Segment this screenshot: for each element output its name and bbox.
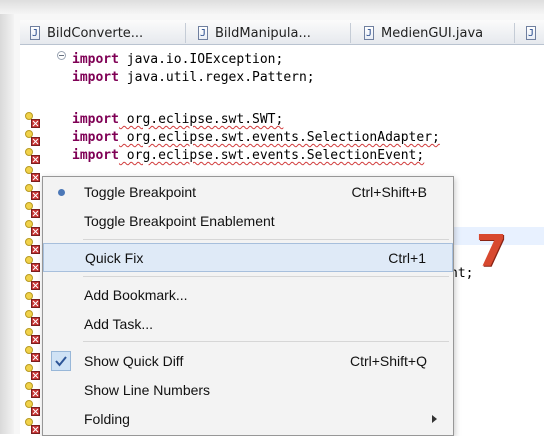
breakpoint-dot-icon [51,182,71,202]
editor-tab-mediengui[interactable]: J MedienGUI.java [364,23,483,43]
menu-separator [83,239,449,240]
menu-item-label: Add Bookmark... [84,287,188,303]
code-line: import org.eclipse.swt.events.SelectionA… [72,130,440,145]
java-file-icon: J [526,26,536,40]
menu-separator [83,341,449,342]
quickfix-error-icon[interactable] [25,382,41,398]
quickfix-error-icon[interactable] [25,400,41,416]
menu-item-label: Show Quick Diff [84,353,184,369]
quickfix-error-icon[interactable] [25,310,41,326]
menu-item-add-bookmark[interactable]: Add Bookmark... [43,281,453,310]
tab-separator [514,23,515,43]
menu-item-shortcut: Ctrl+Shift+B [351,184,427,200]
menu-item-label: Toggle Breakpoint [84,184,197,200]
menu-item-label: Toggle Breakpoint Enablement [84,213,275,229]
quickfix-error-icon[interactable] [25,364,41,380]
quickfix-error-icon[interactable] [25,112,41,128]
quickfix-error-icon[interactable] [25,130,41,146]
menu-item-show-quick-diff[interactable]: Show Quick Diff Ctrl+Shift+Q [43,347,453,376]
menu-item-add-task[interactable]: Add Task... [43,310,453,339]
menu-item-shortcut: Ctrl+1 [388,250,426,266]
menu-item-show-line-numbers[interactable]: Show Line Numbers [43,376,453,405]
checkmark-icon [51,351,71,371]
tab-label: BildManipula... [215,25,311,41]
editor-tab-bar: J BildConverte... J BildManipula... J Me… [20,20,544,45]
tab-separator [350,23,351,43]
code-line: import java.util.regex.Pattern; [72,70,315,85]
submenu-arrow-icon [432,415,437,423]
quickfix-error-icon[interactable] [25,220,41,236]
menu-item-label: Quick Fix [85,250,144,266]
quickfix-error-icon[interactable] [25,256,41,272]
quickfix-error-icon[interactable] [25,202,41,218]
quickfix-error-icon[interactable] [25,166,41,182]
java-file-icon: J [364,26,374,40]
java-file-icon: J [198,26,208,40]
quickfix-error-icon[interactable] [25,292,41,308]
editor-tab-bildmanipulator[interactable]: J BildManipula... [198,23,311,43]
window-shadow-top [0,0,544,14]
code-line: import org.eclipse.swt.SWT; [72,112,284,127]
menu-item-toggle-breakpoint-enablement[interactable]: Toggle Breakpoint Enablement [43,207,453,236]
editor-tab-bildconverter[interactable]: J BildConverte... [30,23,143,43]
quickfix-error-icon[interactable] [25,346,41,362]
tutorial-step-number: 7 [476,226,507,277]
menu-item-quick-fix[interactable]: Quick Fix Ctrl+1 [43,243,453,272]
quickfix-error-icon[interactable] [25,328,41,344]
fold-expanded-icon[interactable] [57,51,66,60]
menu-item-label: Folding [84,411,130,427]
menu-item-shortcut: Ctrl+Shift+Q [349,353,427,369]
menu-item-label: Add Task... [84,316,154,332]
tab-separator [185,23,186,43]
editor-context-menu: Toggle Breakpoint Ctrl+Shift+B Toggle Br… [42,176,454,436]
editor-tab-partial[interactable]: J [526,23,543,43]
code-line: import java.io.IOException; [72,52,284,67]
menu-separator [83,276,449,277]
tab-label: BildConverte... [47,25,144,41]
tab-label: MedienGUI.java [381,25,484,41]
quickfix-error-icon[interactable] [25,274,41,290]
menu-item-toggle-breakpoint[interactable]: Toggle Breakpoint Ctrl+Shift+B [43,178,453,207]
quickfix-error-icon[interactable] [25,148,41,164]
window-shadow-left [0,0,14,434]
quickfix-error-icon[interactable] [25,418,41,434]
menu-item-folding[interactable]: Folding [43,405,453,434]
quickfix-error-icon[interactable] [25,238,41,254]
java-file-icon: J [30,26,40,40]
quickfix-error-icon[interactable] [25,184,41,200]
menu-item-label: Show Line Numbers [84,382,211,398]
code-line: import org.eclipse.swt.events.SelectionE… [72,148,425,163]
